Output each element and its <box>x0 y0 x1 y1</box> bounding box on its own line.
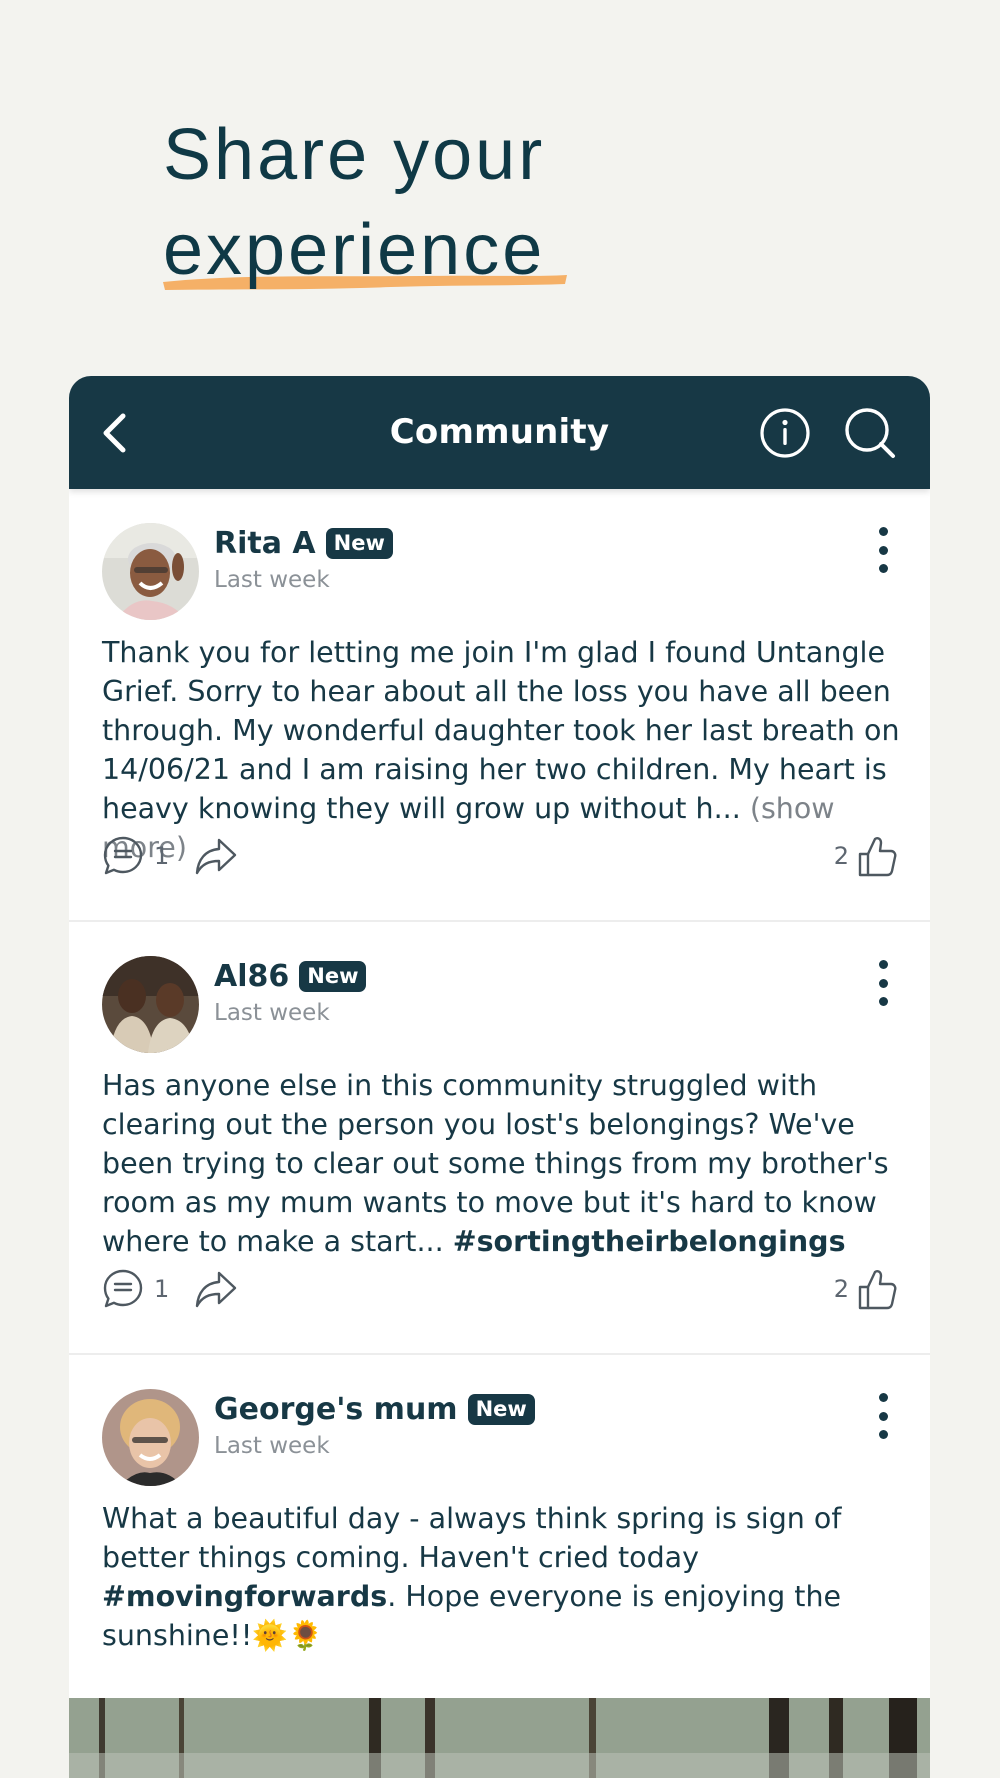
like-button[interactable]: 2 <box>834 1265 897 1313</box>
avatar-image <box>102 523 199 620</box>
post-text: Has anyone else in this community strugg… <box>102 1066 900 1261</box>
dot <box>878 545 888 555</box>
post-text: What a beautiful day - always think spri… <box>102 1499 900 1655</box>
share-button[interactable] <box>194 1265 242 1313</box>
post-image[interactable] <box>69 1698 930 1778</box>
post-time: Last week <box>214 1000 330 1026</box>
like-button[interactable]: 2 <box>834 832 897 880</box>
comment-count: 1 <box>154 1275 170 1303</box>
comment-button[interactable]: 1 <box>102 1265 169 1313</box>
dot <box>878 527 888 536</box>
community-screen: Community Rita A New Last week Thank you… <box>69 376 930 1778</box>
avatar-image <box>102 1389 199 1486</box>
avatar-image <box>102 956 199 1053</box>
more-options-button[interactable] <box>870 527 896 573</box>
comment-count: 1 <box>154 842 170 870</box>
post-actions: 1 2 <box>102 832 897 880</box>
hashtag-link[interactable]: #sortingtheirbelongings <box>453 1225 846 1258</box>
like-count: 2 <box>833 1275 849 1303</box>
new-badge: New <box>467 1393 535 1425</box>
forest-photo <box>69 1698 930 1778</box>
post-actions: 1 2 <box>102 1265 897 1313</box>
share-icon <box>195 1271 237 1308</box>
post-card[interactable]: Al86 New Last week Has anyone else in th… <box>69 922 930 1355</box>
dot <box>878 960 888 969</box>
app-header: Community <box>69 376 930 489</box>
post-time: Last week <box>214 1433 330 1459</box>
author-name[interactable]: Al86 <box>214 959 289 994</box>
post-card[interactable]: Rita A New Last week Thank you for letti… <box>69 489 930 922</box>
comment-button[interactable]: 1 <box>102 832 169 880</box>
hero-line-1: Share your <box>163 115 546 195</box>
info-button[interactable] <box>749 376 821 489</box>
new-badge: New <box>299 960 367 992</box>
dot <box>878 1393 888 1402</box>
share-button[interactable] <box>194 832 242 880</box>
post-body-start: What a beautiful day - always think spri… <box>102 1502 842 1574</box>
author-name[interactable]: Rita A <box>214 526 316 561</box>
thumbs-up-icon <box>858 837 897 877</box>
avatar[interactable] <box>102 956 199 1053</box>
comment-icon <box>103 836 143 875</box>
comment-icon <box>103 1269 143 1308</box>
info-icon <box>760 407 810 458</box>
hero-highlight: experience <box>163 203 567 298</box>
hero-line-2: experience <box>163 210 546 290</box>
share-icon <box>195 838 237 875</box>
more-options-button[interactable] <box>870 1393 896 1439</box>
hashtag-link[interactable]: #movingforwards <box>102 1580 387 1613</box>
like-count: 2 <box>833 842 849 870</box>
dot <box>878 997 888 1006</box>
new-badge: New <box>325 527 393 559</box>
dot <box>878 978 888 988</box>
author-name[interactable]: George's mum <box>214 1392 458 1427</box>
dot <box>878 1411 888 1421</box>
post-time: Last week <box>214 567 330 593</box>
dot <box>878 1430 888 1439</box>
hero-heading: Share your experience <box>163 108 803 298</box>
dot <box>878 564 888 573</box>
search-icon <box>845 407 895 458</box>
more-options-button[interactable] <box>870 960 896 1006</box>
avatar[interactable] <box>102 523 199 620</box>
search-button[interactable] <box>834 376 906 489</box>
thumbs-up-icon <box>858 1270 897 1310</box>
avatar[interactable] <box>102 1389 199 1486</box>
